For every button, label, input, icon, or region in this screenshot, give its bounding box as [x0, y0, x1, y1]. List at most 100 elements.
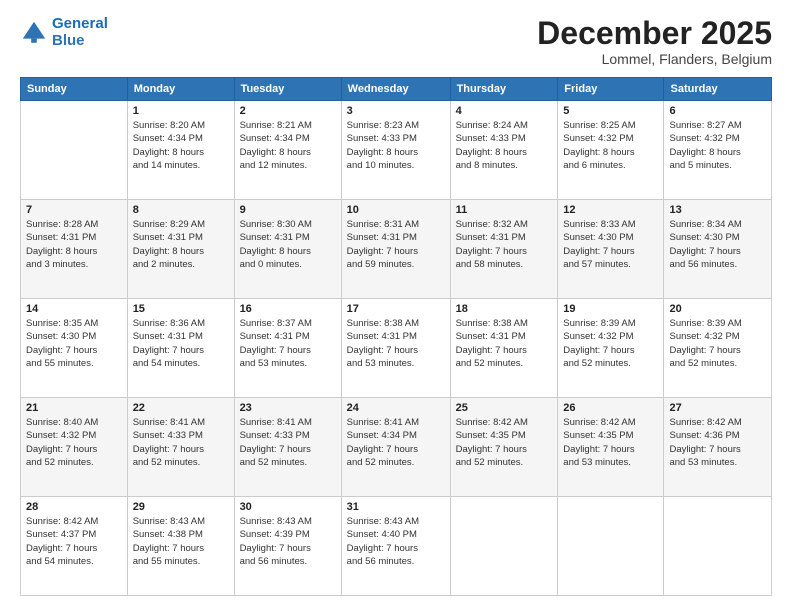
calendar-week-5: 28 Sunrise: 8:42 AM Sunset: 4:37 PM Dayli… — [21, 497, 772, 596]
calendar-cell: 12Sunrise: 8:33 AM Sunset: 4:30 PM Dayli… — [558, 200, 664, 299]
day-info: Sunrise: 8:43 AM Sunset: 4:40 PM Dayligh… — [347, 515, 445, 568]
day-number: 29 — [133, 501, 229, 513]
day-number: 28 — [26, 501, 122, 513]
calendar-cell: 9 Sunrise: 8:30 AM Sunset: 4:31 PM Daylig… — [234, 200, 341, 299]
day-number: 31 — [347, 501, 445, 513]
calendar-cell: 4Sunrise: 8:24 AM Sunset: 4:33 PM Daylig… — [450, 101, 558, 200]
calendar-week-1: 1Sunrise: 8:20 AM Sunset: 4:34 PM Daylig… — [21, 101, 772, 200]
day-number: 8 — [133, 204, 229, 216]
day-number: 30 — [240, 501, 336, 513]
page: General Blue December 2025 Lommel, Fland… — [0, 0, 792, 612]
day-info: Sunrise: 8:42 AM Sunset: 4:36 PM Dayligh… — [669, 416, 766, 469]
calendar-week-3: 14 Sunrise: 8:35 AM Sunset: 4:30 PM Dayli… — [21, 299, 772, 398]
calendar-header-tuesday: Tuesday — [234, 78, 341, 101]
calendar-header-monday: Monday — [127, 78, 234, 101]
logo-line2: Blue — [52, 32, 85, 49]
calendar-cell: 2Sunrise: 8:21 AM Sunset: 4:34 PM Daylig… — [234, 101, 341, 200]
calendar-header-wednesday: Wednesday — [341, 78, 450, 101]
calendar-cell: 26 Sunrise: 8:42 AM Sunset: 4:35 PM Dayli… — [558, 398, 664, 497]
day-number: 10 — [347, 204, 445, 216]
calendar-cell: 6 Sunrise: 8:27 AM Sunset: 4:32 PM Daylig… — [664, 101, 772, 200]
calendar-cell: 14 Sunrise: 8:35 AM Sunset: 4:30 PM Dayli… — [21, 299, 128, 398]
day-info: Sunrise: 8:24 AM Sunset: 4:33 PM Dayligh… — [456, 119, 553, 172]
day-number: 21 — [26, 402, 122, 414]
day-info: Sunrise: 8:41 AM Sunset: 4:34 PM Dayligh… — [347, 416, 445, 469]
calendar-header-sunday: Sunday — [21, 78, 128, 101]
day-info: Sunrise: 8:41 AM Sunset: 4:33 PM Dayligh… — [133, 416, 229, 469]
day-number: 18 — [456, 303, 553, 315]
day-info: Sunrise: 8:27 AM Sunset: 4:32 PM Dayligh… — [669, 119, 766, 172]
calendar-cell: 19 Sunrise: 8:39 AM Sunset: 4:32 PM Dayli… — [558, 299, 664, 398]
day-number: 9 — [240, 204, 336, 216]
calendar-table: SundayMondayTuesdayWednesdayThursdayFrid… — [20, 77, 772, 596]
day-info: Sunrise: 8:38 AM Sunset: 4:31 PM Dayligh… — [347, 317, 445, 370]
day-info: Sunrise: 8:39 AM Sunset: 4:32 PM Dayligh… — [669, 317, 766, 370]
calendar-cell: 22 Sunrise: 8:41 AM Sunset: 4:33 PM Dayli… — [127, 398, 234, 497]
day-info: Sunrise: 8:20 AM Sunset: 4:34 PM Dayligh… — [133, 119, 229, 172]
calendar-cell — [21, 101, 128, 200]
calendar-cell: 28 Sunrise: 8:42 AM Sunset: 4:37 PM Dayli… — [21, 497, 128, 596]
calendar-cell: 31 Sunrise: 8:43 AM Sunset: 4:40 PM Dayli… — [341, 497, 450, 596]
calendar-cell: 27Sunrise: 8:42 AM Sunset: 4:36 PM Dayli… — [664, 398, 772, 497]
day-number: 20 — [669, 303, 766, 315]
calendar-cell: 24 Sunrise: 8:41 AM Sunset: 4:34 PM Dayli… — [341, 398, 450, 497]
logo: General Blue — [20, 16, 108, 49]
day-number: 6 — [669, 105, 766, 117]
day-number: 24 — [347, 402, 445, 414]
day-number: 19 — [563, 303, 658, 315]
calendar-cell: 8Sunrise: 8:29 AM Sunset: 4:31 PM Daylig… — [127, 200, 234, 299]
logo-line1: General — [52, 15, 108, 32]
day-number: 5 — [563, 105, 658, 117]
day-info: Sunrise: 8:32 AM Sunset: 4:31 PM Dayligh… — [456, 218, 553, 271]
calendar-cell — [450, 497, 558, 596]
day-number: 16 — [240, 303, 336, 315]
calendar-cell: 7 Sunrise: 8:28 AM Sunset: 4:31 PM Daylig… — [21, 200, 128, 299]
calendar-cell: 29Sunrise: 8:43 AM Sunset: 4:38 PM Dayli… — [127, 497, 234, 596]
day-number: 15 — [133, 303, 229, 315]
day-info: Sunrise: 8:31 AM Sunset: 4:31 PM Dayligh… — [347, 218, 445, 271]
day-number: 14 — [26, 303, 122, 315]
calendar-cell: 20 Sunrise: 8:39 AM Sunset: 4:32 PM Dayli… — [664, 299, 772, 398]
calendar-cell: 17 Sunrise: 8:38 AM Sunset: 4:31 PM Dayli… — [341, 299, 450, 398]
calendar-header-thursday: Thursday — [450, 78, 558, 101]
day-number: 3 — [347, 105, 445, 117]
day-info: Sunrise: 8:42 AM Sunset: 4:37 PM Dayligh… — [26, 515, 122, 568]
header: General Blue December 2025 Lommel, Fland… — [20, 16, 772, 67]
calendar-cell: 23Sunrise: 8:41 AM Sunset: 4:33 PM Dayli… — [234, 398, 341, 497]
logo-icon — [20, 19, 48, 47]
day-info: Sunrise: 8:36 AM Sunset: 4:31 PM Dayligh… — [133, 317, 229, 370]
day-info: Sunrise: 8:37 AM Sunset: 4:31 PM Dayligh… — [240, 317, 336, 370]
day-number: 22 — [133, 402, 229, 414]
logo-text: General Blue — [52, 16, 108, 49]
day-number: 12 — [563, 204, 658, 216]
calendar-header-saturday: Saturday — [664, 78, 772, 101]
calendar-week-2: 7 Sunrise: 8:28 AM Sunset: 4:31 PM Daylig… — [21, 200, 772, 299]
day-number: 11 — [456, 204, 553, 216]
title-block: December 2025 Lommel, Flanders, Belgium — [537, 16, 772, 67]
day-info: Sunrise: 8:42 AM Sunset: 4:35 PM Dayligh… — [456, 416, 553, 469]
calendar-cell: 5 Sunrise: 8:25 AM Sunset: 4:32 PM Daylig… — [558, 101, 664, 200]
day-info: Sunrise: 8:23 AM Sunset: 4:33 PM Dayligh… — [347, 119, 445, 172]
day-info: Sunrise: 8:35 AM Sunset: 4:30 PM Dayligh… — [26, 317, 122, 370]
calendar-header-friday: Friday — [558, 78, 664, 101]
calendar-cell: 13Sunrise: 8:34 AM Sunset: 4:30 PM Dayli… — [664, 200, 772, 299]
day-info: Sunrise: 8:21 AM Sunset: 4:34 PM Dayligh… — [240, 119, 336, 172]
day-info: Sunrise: 8:25 AM Sunset: 4:32 PM Dayligh… — [563, 119, 658, 172]
calendar-cell: 10 Sunrise: 8:31 AM Sunset: 4:31 PM Dayli… — [341, 200, 450, 299]
calendar-cell: 15 Sunrise: 8:36 AM Sunset: 4:31 PM Dayli… — [127, 299, 234, 398]
day-number: 26 — [563, 402, 658, 414]
calendar-cell: 18Sunrise: 8:38 AM Sunset: 4:31 PM Dayli… — [450, 299, 558, 398]
day-info: Sunrise: 8:42 AM Sunset: 4:35 PM Dayligh… — [563, 416, 658, 469]
calendar-cell: 30Sunrise: 8:43 AM Sunset: 4:39 PM Dayli… — [234, 497, 341, 596]
calendar-header-row: SundayMondayTuesdayWednesdayThursdayFrid… — [21, 78, 772, 101]
calendar-cell — [664, 497, 772, 596]
day-number: 17 — [347, 303, 445, 315]
day-info: Sunrise: 8:39 AM Sunset: 4:32 PM Dayligh… — [563, 317, 658, 370]
calendar-cell: 3 Sunrise: 8:23 AM Sunset: 4:33 PM Daylig… — [341, 101, 450, 200]
calendar-cell: 11 Sunrise: 8:32 AM Sunset: 4:31 PM Dayli… — [450, 200, 558, 299]
calendar-week-4: 21Sunrise: 8:40 AM Sunset: 4:32 PM Dayli… — [21, 398, 772, 497]
day-info: Sunrise: 8:28 AM Sunset: 4:31 PM Dayligh… — [26, 218, 122, 271]
day-info: Sunrise: 8:30 AM Sunset: 4:31 PM Dayligh… — [240, 218, 336, 271]
day-number: 7 — [26, 204, 122, 216]
calendar-cell: 1Sunrise: 8:20 AM Sunset: 4:34 PM Daylig… — [127, 101, 234, 200]
